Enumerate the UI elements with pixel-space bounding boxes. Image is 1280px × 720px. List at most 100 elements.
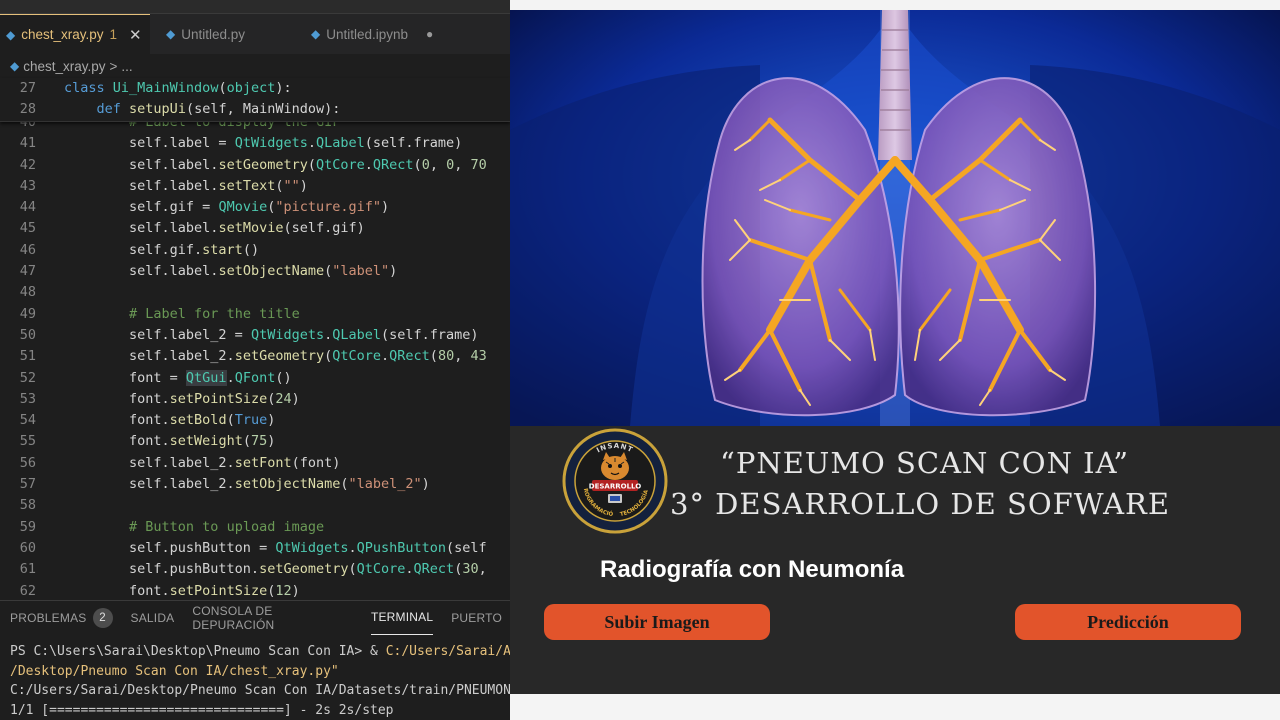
line-code: self.label.setGeometry(QtCore.QRect(0, 0… (64, 156, 487, 173)
line-code: self.gif = QMovie("picture.gif") (64, 199, 390, 216)
line-code: font.setBold(True) (64, 412, 276, 429)
line-code: # Label for the title (129, 305, 300, 322)
panel-tab-bar: PROBLEMAS 2 SALIDA CONSOLA DE DEPURACIÓN… (0, 600, 510, 635)
line-number: 43 (19, 177, 36, 194)
line-number: 59 (19, 518, 36, 535)
breadcrumb: ◆ chest_xray.py > ... (0, 54, 510, 78)
result-label: Radiografía con Neumonía (600, 556, 905, 583)
terminal-line: PS C:\Users\Sarai\Desktop\Pneumo Scan Co… (10, 644, 510, 659)
line-code: self.label_2.setObjectName("label_2") (64, 476, 430, 493)
app-title-strip (510, 0, 1280, 10)
line-code: font.setPointSize(12) (64, 582, 300, 599)
editor-title-strip (0, 0, 510, 14)
line-code: # Button to upload image (129, 518, 325, 535)
code-line[interactable]: 57 self.label_2.setObjectName("label_2") (0, 474, 510, 495)
terminal-line: /Desktop/Pneumo Scan Con IA/chest_xray.p… (10, 663, 339, 679)
predict-button[interactable]: Predicción (1015, 604, 1241, 640)
code-line[interactable]: 60 self.pushButton = QtWidgets.QPushButt… (0, 538, 510, 559)
app-control-panel: INSANT PROGRAMACIÓN TECNOLOGÍA DESARROLL… (510, 424, 1280, 694)
code-line[interactable]: 51 self.label_2.setGeometry(QtCore.QRect… (0, 346, 510, 367)
line-code: self.pushButton.setGeometry(QtCore.QRect… (64, 561, 487, 578)
notebook-file-icon: ◆ (311, 27, 321, 41)
line-number: 46 (19, 241, 36, 258)
python-file-icon: ◆ (6, 27, 16, 42)
app-title-line-2: 3° DESARROLLO DE SOFWARE (670, 487, 1171, 521)
line-number: 48 (19, 284, 36, 301)
line-number: 28 (19, 101, 36, 118)
line-number: 55 (19, 433, 36, 450)
tab-chest-xray-py[interactable]: ◆ chest_xray.py 1 ✕ (0, 14, 150, 54)
terminal-output[interactable]: PS C:\Users\Sarai\Desktop\Pneumo Scan Co… (0, 642, 510, 720)
code-line[interactable]: 45 self.label.setMovie(self.gif) (0, 218, 510, 239)
tab-problem-count: 1 (109, 27, 118, 42)
line-code: self.pushButton = QtWidgets.QPushButton(… (64, 539, 487, 556)
line-number: 53 (19, 390, 36, 407)
panel-tab-label: PROBLEMAS (10, 610, 87, 625)
code-line[interactable]: 56 self.label_2.setFont(font) (0, 453, 510, 474)
upload-image-button[interactable]: Subir Imagen (544, 604, 770, 640)
close-icon[interactable]: ✕ (129, 26, 142, 44)
line-number: 41 (19, 135, 36, 152)
tab-label: Untitled.ipynb (326, 26, 409, 42)
line-code: self.label_2.setGeometry(QtCore.QRect(80… (64, 348, 487, 365)
panel-tab-output[interactable]: SALIDA (131, 601, 175, 635)
code-line[interactable]: 50 self.label_2 = QtWidgets.QLabel(self.… (0, 325, 510, 346)
line-number: 42 (19, 156, 36, 173)
code-line[interactable]: 47 self.label.setObjectName("label") (0, 261, 510, 282)
line-number: 44 (19, 199, 36, 216)
code-line[interactable]: 44 self.gif = QMovie("picture.gif") (0, 197, 510, 218)
breadcrumb-file[interactable]: chest_xray.py (23, 59, 105, 74)
line-code: self.label_2.setFont(font) (64, 454, 341, 471)
python-file-icon: ◆ (10, 59, 20, 73)
tab-untitled-ipynb[interactable]: ◆ Untitled.ipynb ● (305, 14, 455, 54)
tab-label: chest_xray.py (21, 27, 104, 42)
code-line[interactable]: 61 self.pushButton.setGeometry(QtCore.QR… (0, 559, 510, 580)
breadcrumb-rest[interactable]: ... (121, 59, 132, 74)
line-code: self.label = QtWidgets.QLabel(self.frame… (64, 135, 463, 152)
code-line[interactable]: 28 def setupUi(self, MainWindow): (0, 99, 510, 120)
line-code: font.setWeight(75) (64, 433, 276, 450)
line-number: 51 (19, 348, 36, 365)
line-number: 54 (19, 412, 36, 429)
panel-tab-problems[interactable]: PROBLEMAS 2 (10, 601, 113, 635)
code-line[interactable]: 41 self.label = QtWidgets.QLabel(self.fr… (0, 133, 510, 154)
code-line[interactable]: 58 (0, 495, 510, 516)
line-number: 56 (19, 454, 36, 471)
python-file-icon: ◆ (166, 27, 176, 41)
line-code: self.label_2 = QtWidgets.QLabel(self.fra… (64, 326, 479, 343)
code-line[interactable]: 62 font.setPointSize(12) (0, 581, 510, 602)
line-number: 58 (19, 497, 36, 514)
code-line[interactable]: 49 # Label for the title (0, 304, 510, 325)
line-number: 62 (19, 582, 36, 599)
line-number: 50 (19, 326, 36, 343)
code-line[interactable]: 52 font = QtGui.QFont() (0, 368, 510, 389)
editor-tab-bar: ◆ chest_xray.py 1 ✕ ◆ Untitled.py ◆ Unti… (0, 14, 510, 54)
code-line[interactable]: 59 # Button to upload image (0, 517, 510, 538)
panel-tab-terminal[interactable]: TERMINAL (370, 601, 434, 635)
terminal-line: 1/1 [==============================] - 2… (10, 702, 394, 718)
code-line[interactable]: 48 (0, 282, 510, 303)
tab-untitled-py[interactable]: ◆ Untitled.py (160, 14, 295, 54)
code-line[interactable]: 43 self.label.setText("") (0, 176, 510, 197)
panel-tab-label: TERMINAL (370, 610, 434, 624)
app-window-footer (510, 694, 1280, 720)
panel-tab-label: CONSOLA DE DEPURACIÓN (192, 603, 275, 632)
line-code: self.label.setMovie(self.gif) (64, 220, 365, 237)
line-number: 61 (19, 561, 36, 578)
code-area[interactable]: 40 # Label to display the GIF 41 self.lab… (0, 112, 510, 602)
line-code: class Ui_MainWindow(object): (64, 80, 292, 96)
sticky-scroll-header[interactable]: 27 class Ui_MainWindow(object): 28 def set… (0, 78, 510, 122)
code-line[interactable]: 54 font.setBold(True) (0, 410, 510, 431)
panel-tab-debug-console[interactable]: CONSOLA DE DEPURACIÓN (192, 601, 353, 635)
code-line[interactable]: 55 font.setWeight(75) (0, 431, 510, 452)
line-number: 47 (19, 263, 36, 280)
code-line[interactable]: 53 font.setPointSize(24) (0, 389, 510, 410)
terminal-line: C:/Users/Sarai/Desktop/Pneumo Scan Con I… (10, 683, 510, 698)
code-line[interactable]: 27 class Ui_MainWindow(object): (0, 78, 510, 99)
panel-tab-ports[interactable]: PUERTO (451, 601, 502, 635)
tab-label: Untitled.py (181, 26, 246, 42)
line-number: 52 (19, 369, 36, 386)
code-line[interactable]: 46 self.gif.start() (0, 240, 510, 261)
code-line[interactable]: 42 self.label.setGeometry(QtCore.QRect(0… (0, 155, 510, 176)
panel-tab-label: SALIDA (130, 610, 175, 625)
